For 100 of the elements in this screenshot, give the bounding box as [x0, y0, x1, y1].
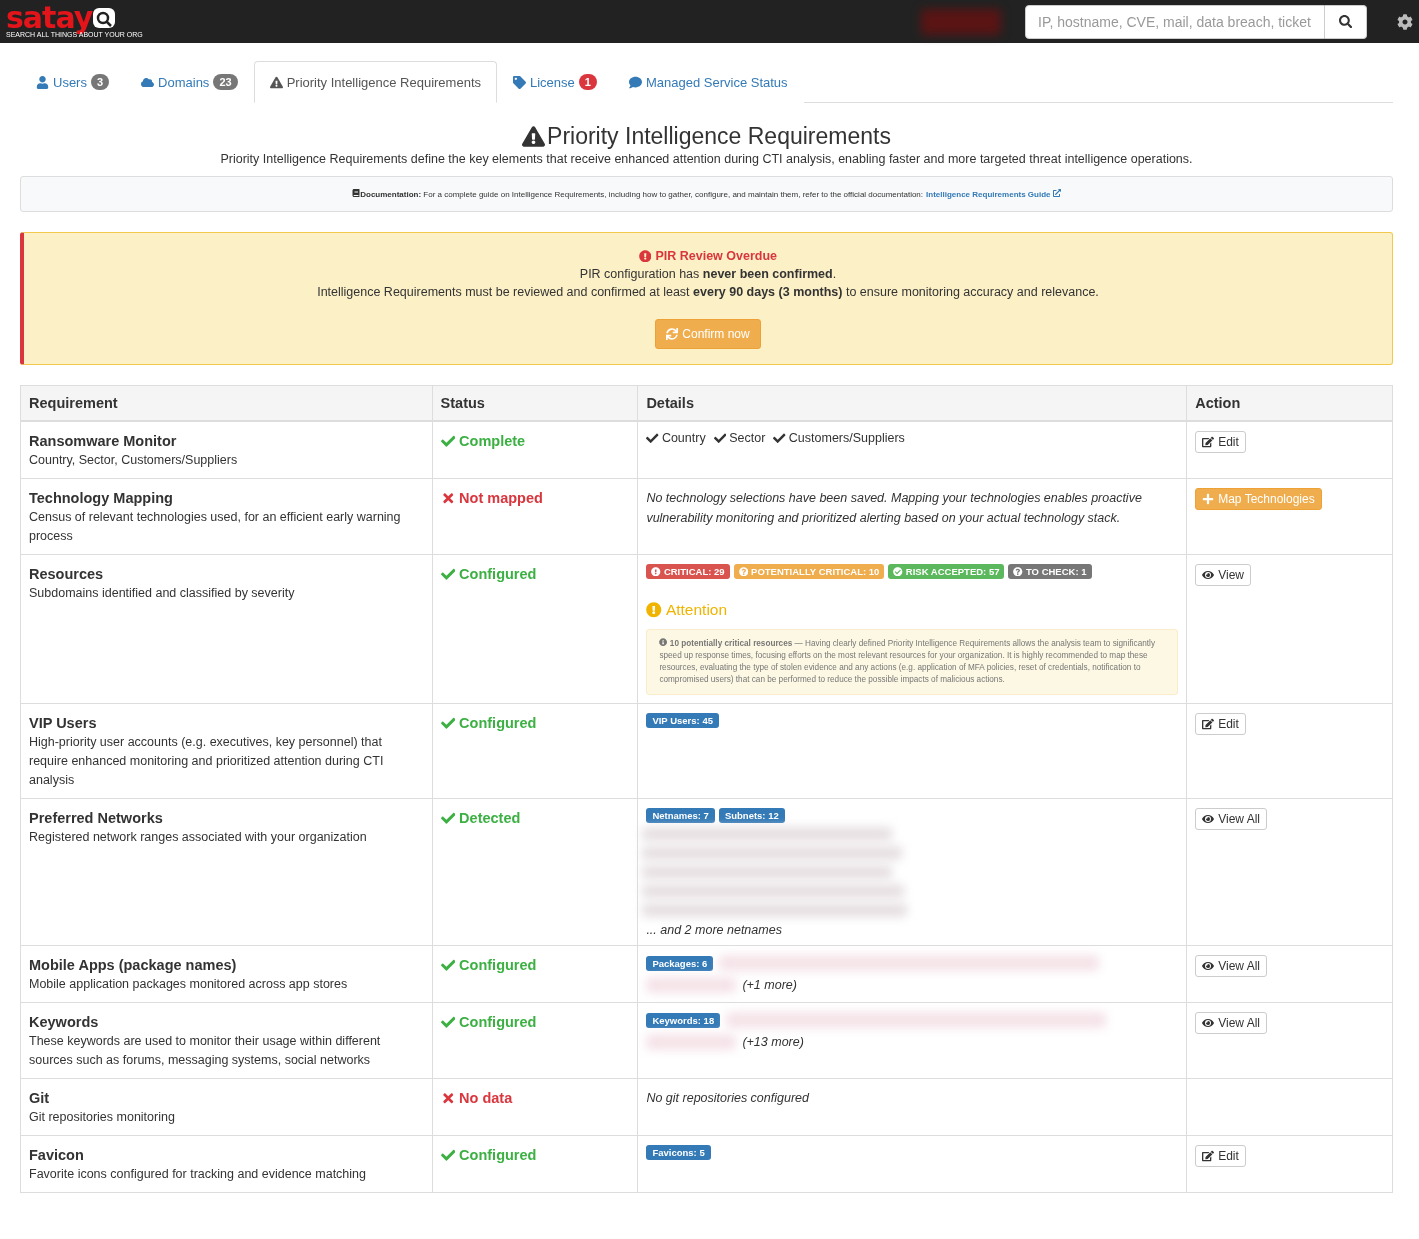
count-tag: Netnames: 7	[646, 808, 715, 824]
search-icon	[1338, 14, 1353, 29]
check-icon	[440, 957, 456, 973]
chat-bubble-icon	[628, 75, 642, 89]
more-text: (+13 more)	[742, 1035, 804, 1050]
action-button[interactable]: Edit	[1195, 713, 1246, 736]
count-tag: VIP Users: 45	[646, 713, 719, 729]
eye-icon	[1202, 1017, 1215, 1030]
severity-badge: RISK ACCEPTED: 57	[888, 564, 1005, 579]
edit-icon	[1202, 1150, 1215, 1163]
page-title: Priority Intelligence Requirements	[20, 123, 1393, 150]
check-icon	[440, 1147, 456, 1163]
question-icon	[1013, 566, 1023, 577]
details-note: No git repositories configured	[646, 1090, 811, 1108]
alert-title: PIR Review Overdue	[638, 249, 778, 263]
status-label: Configured	[440, 566, 630, 582]
check-icon	[893, 566, 903, 577]
exclamation-icon	[646, 602, 662, 618]
requirement-name: Ransomware Monitor	[29, 433, 178, 449]
requirement-description: Subdomains identified and classified by severity	[29, 585, 296, 602]
action-button[interactable]: View	[1195, 564, 1251, 586]
user-icon	[36, 75, 49, 89]
requirement-description: Favorite icons configured for tracking and evidence matching	[29, 1166, 367, 1184]
more-text: ... and 2 more netnames	[646, 923, 782, 938]
attention-heading: Attention	[646, 601, 1179, 619]
eye-icon	[1202, 569, 1215, 581]
external-link-icon	[1052, 189, 1061, 197]
detail-item: Sector	[713, 431, 766, 445]
plus-icon	[1202, 493, 1215, 505]
more-text: (+1 more)	[742, 978, 797, 993]
count-badge: 3	[90, 74, 110, 90]
documentation-text: Documentation: For a complete guide on Intelligence Requirements, including how to gather, configure, and maintain them, refer to the official documentation:	[360, 190, 924, 199]
cross-icon	[440, 1090, 456, 1106]
warning-icon	[522, 125, 546, 148]
check-icon	[440, 1014, 456, 1030]
requirement-name: Preferred Networks	[29, 810, 164, 827]
status-label: No data	[440, 1090, 630, 1107]
severity-badge: CRITICAL: 29	[646, 564, 730, 579]
exclamation-icon	[638, 249, 652, 263]
attention-note: 10 potentially critical resources — Having clearly defined Priority Intelligence Requirements allows the analysis team to significantly speed up response times, focusing efforts on the most relevant resources for your organization. It is highly recommended to map these resources, evaluating the type of stolen evidence and any actions (e.g. application of MFA policies, reset of credentials, notification to compromised users) that can be performed to reduce the possible impacts of malicious actions.	[646, 629, 1179, 696]
refresh-icon	[666, 328, 679, 340]
question-icon	[738, 566, 749, 577]
search-button[interactable]	[1325, 4, 1367, 39]
status-label: Detected	[440, 810, 630, 827]
eye-icon	[1202, 960, 1215, 973]
cloud-icon	[141, 75, 155, 89]
book-icon	[352, 189, 361, 197]
exclamation-icon	[651, 566, 661, 577]
status-label: Configured	[440, 1014, 630, 1031]
action-button[interactable]: Edit	[1195, 431, 1246, 453]
column-header: Requirement	[20, 385, 433, 421]
count-tag: Keywords: 18	[646, 1012, 721, 1028]
documentation-link[interactable]: Intelligence Requirements Guide	[926, 190, 1061, 199]
requirement-name: Favicon	[29, 1147, 85, 1164]
status-label: Configured	[440, 715, 630, 732]
requirement-description: Registered network ranges associated with your organization	[29, 829, 368, 847]
severity-badge: POTENTIALLY CRITICAL: 10	[733, 564, 885, 579]
column-header: Details	[637, 385, 1187, 421]
requirement-description: High-priority user accounts (e.g. executives, key personnel) that require enhanced monitoring and prioritized attention during CTI analysis	[29, 734, 385, 790]
count-tag: Favicons: 5	[646, 1145, 711, 1161]
check-icon	[440, 715, 456, 731]
count-badge: 23	[213, 74, 238, 90]
requirement-description: Git repositories monitoring	[29, 1109, 176, 1127]
search-field[interactable]: IP, hostname, CVE, mail, data breach, ticket	[1025, 4, 1325, 39]
settings-icon[interactable]	[1397, 13, 1413, 30]
check-icon	[713, 431, 727, 445]
detail-item: Customers/Suppliers	[773, 431, 905, 445]
check-icon	[440, 566, 456, 582]
status-label: Configured	[440, 957, 630, 974]
count-tag: Subnets: 12	[718, 808, 785, 824]
column-header: Action	[1186, 385, 1393, 421]
alert-text: Intelligence Requirements must be reviewed and confirmed at least every 90 days (3 months) to ensure monitoring accuracy and relevance.	[317, 285, 1099, 299]
cross-icon	[440, 490, 456, 506]
tag-icon	[513, 75, 526, 89]
requirement-description: Mobile application packages monitored across app stores	[29, 976, 349, 994]
warning-icon	[269, 75, 283, 89]
requirement-name: Git	[29, 1090, 51, 1107]
check-icon	[646, 431, 659, 445]
page-description: Priority Intelligence Requirements define the key elements that receive enhanced attention during CTI analysis, enabling faster and more targeted threat intelligence operations.	[219, 152, 1194, 166]
status-label: Not mapped	[440, 490, 630, 506]
edit-icon	[1202, 436, 1215, 448]
details-note: No technology selections have been saved. Mapping your technologies enables proactive vulnerability monitoring and prioritized alerting based on your actual technology stack.	[646, 490, 1143, 527]
severity-badge: TO CHECK: 1	[1008, 564, 1092, 579]
requirement-name: Keywords	[29, 1014, 100, 1031]
action-button[interactable]: View All	[1195, 808, 1267, 831]
eye-icon	[1202, 813, 1215, 826]
check-icon	[773, 431, 786, 445]
action-button[interactable]: Edit	[1195, 1145, 1246, 1168]
status-label: Complete	[440, 433, 630, 449]
requirement-name: Resources	[29, 566, 105, 582]
detail-item: Country	[646, 431, 706, 445]
count-badge: 1	[578, 74, 597, 90]
requirement-name: VIP Users	[29, 715, 98, 732]
action-button[interactable]: View All	[1195, 1012, 1267, 1035]
check-icon	[440, 433, 456, 449]
requirement-name: Technology Mapping	[29, 490, 174, 506]
action-button[interactable]: View All	[1195, 955, 1267, 978]
tab[interactable]: Priority Intelligence Requirements	[253, 61, 497, 103]
status-label: Configured	[440, 1147, 630, 1164]
requirement-description: Census of relevant technologies used, for an efficient early warning process	[29, 509, 402, 545]
